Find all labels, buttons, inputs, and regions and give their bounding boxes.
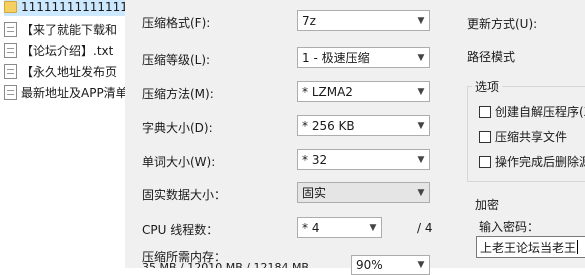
path-mode-label: 路径模式 bbox=[467, 50, 516, 64]
solid-value: 固实 bbox=[302, 186, 327, 200]
file-item[interactable]: 【来了就能下载和 bbox=[4, 20, 125, 38]
format-select[interactable]: 7z ▼ bbox=[297, 10, 430, 31]
file-list-panel: 111111111111111 【来了就能下载和 【论坛介绍】.txt 【永久地… bbox=[0, 0, 125, 268]
options-title: 选项 bbox=[472, 78, 503, 95]
chevron-down-icon: ▼ bbox=[417, 154, 425, 165]
solid-label: 固实数据大小： bbox=[142, 188, 227, 202]
update-mode-label: 更新方式(U): bbox=[467, 17, 538, 31]
solid-select[interactable]: 固实 ▼ bbox=[297, 182, 430, 203]
format-value: 7z bbox=[302, 13, 316, 28]
chevron-down-icon: ▼ bbox=[417, 52, 425, 63]
delete-after-checkbox[interactable]: 操作完成后删除源 bbox=[479, 153, 585, 170]
word-select[interactable]: * 32 ▼ bbox=[297, 149, 430, 170]
chevron-down-icon: ▼ bbox=[417, 120, 425, 131]
level-value: 1 - 极速压缩 bbox=[302, 51, 370, 65]
document-icon bbox=[4, 84, 17, 100]
folder-icon bbox=[4, 1, 17, 13]
threads-value: * 4 bbox=[302, 220, 320, 235]
file-item-label: 111111111111111 bbox=[21, 0, 125, 14]
threads-select[interactable]: * 4 ▼ bbox=[297, 217, 382, 238]
memory-percent-value: 90% bbox=[356, 258, 383, 272]
delete-after-checkbox-label: 操作完成后删除源 bbox=[495, 155, 585, 169]
password-label: 输入密码： bbox=[479, 220, 540, 234]
level-select[interactable]: 1 - 极速压缩 ▼ bbox=[297, 47, 430, 68]
document-icon bbox=[4, 63, 17, 79]
file-item-label: 【来了就能下载和 bbox=[21, 22, 118, 37]
chevron-down-icon: ▼ bbox=[417, 15, 425, 26]
document-icon bbox=[4, 21, 17, 37]
format-label: 压缩格式(F): bbox=[142, 16, 211, 30]
file-item-label: 【永久地址发布页 bbox=[21, 64, 118, 79]
chevron-down-icon: ▼ bbox=[417, 260, 425, 270]
method-label: 压缩方法(M): bbox=[142, 87, 214, 101]
threads-max: / 4 bbox=[417, 221, 433, 235]
chevron-down-icon: ▼ bbox=[369, 222, 377, 233]
memory-percent-select[interactable]: 90% ▼ bbox=[351, 255, 430, 275]
checkbox-box bbox=[479, 105, 491, 118]
file-item-label: 最新地址及APP清单 bbox=[21, 85, 125, 100]
file-item[interactable]: 【论坛介绍】.txt bbox=[4, 41, 125, 59]
sfx-checkbox-label: 创建自解压程序(X bbox=[495, 105, 585, 119]
file-item[interactable]: 最新地址及APP清单 bbox=[4, 83, 125, 101]
memory-usage-value: 35 MB / 12010 MB / 12184 MB bbox=[142, 262, 309, 268]
dict-select[interactable]: * 256 KB ▼ bbox=[297, 115, 430, 136]
text-caret bbox=[577, 240, 579, 254]
shared-files-checkbox[interactable]: 压缩共享文件 bbox=[479, 128, 567, 145]
word-label: 单词大小(W): bbox=[142, 155, 216, 169]
dict-value: * 256 KB bbox=[302, 118, 355, 133]
dict-label: 字典大小(D): bbox=[142, 121, 213, 135]
shared-files-checkbox-label: 压缩共享文件 bbox=[495, 130, 568, 144]
compression-dialog: 压缩格式(F): 7z ▼ 压缩等级(L): 1 - 极速压缩 ▼ 压缩方法(M… bbox=[125, 0, 585, 275]
level-label: 压缩等级(L): bbox=[142, 53, 211, 67]
threads-label: CPU 线程数： bbox=[142, 223, 219, 237]
file-item-folder[interactable]: 111111111111111 bbox=[4, 0, 125, 16]
method-select[interactable]: * LZMA2 ▼ bbox=[297, 81, 430, 102]
checkbox-box bbox=[479, 130, 491, 143]
file-item-label: 【论坛介绍】.txt bbox=[21, 43, 114, 58]
file-item[interactable]: 【永久地址发布页 bbox=[4, 62, 125, 80]
password-value: 上老王论坛当老王 bbox=[480, 240, 577, 255]
password-input[interactable]: 上老王论坛当老王 bbox=[476, 236, 585, 258]
sfx-checkbox[interactable]: 创建自解压程序(X bbox=[479, 103, 585, 120]
document-icon bbox=[4, 42, 17, 58]
encryption-title: 加密 bbox=[475, 198, 500, 212]
method-value: * LZMA2 bbox=[302, 84, 353, 99]
chevron-down-icon: ▼ bbox=[417, 187, 425, 198]
checkbox-box bbox=[479, 155, 491, 168]
word-value: * 32 bbox=[302, 152, 328, 167]
chevron-down-icon: ▼ bbox=[417, 86, 425, 97]
